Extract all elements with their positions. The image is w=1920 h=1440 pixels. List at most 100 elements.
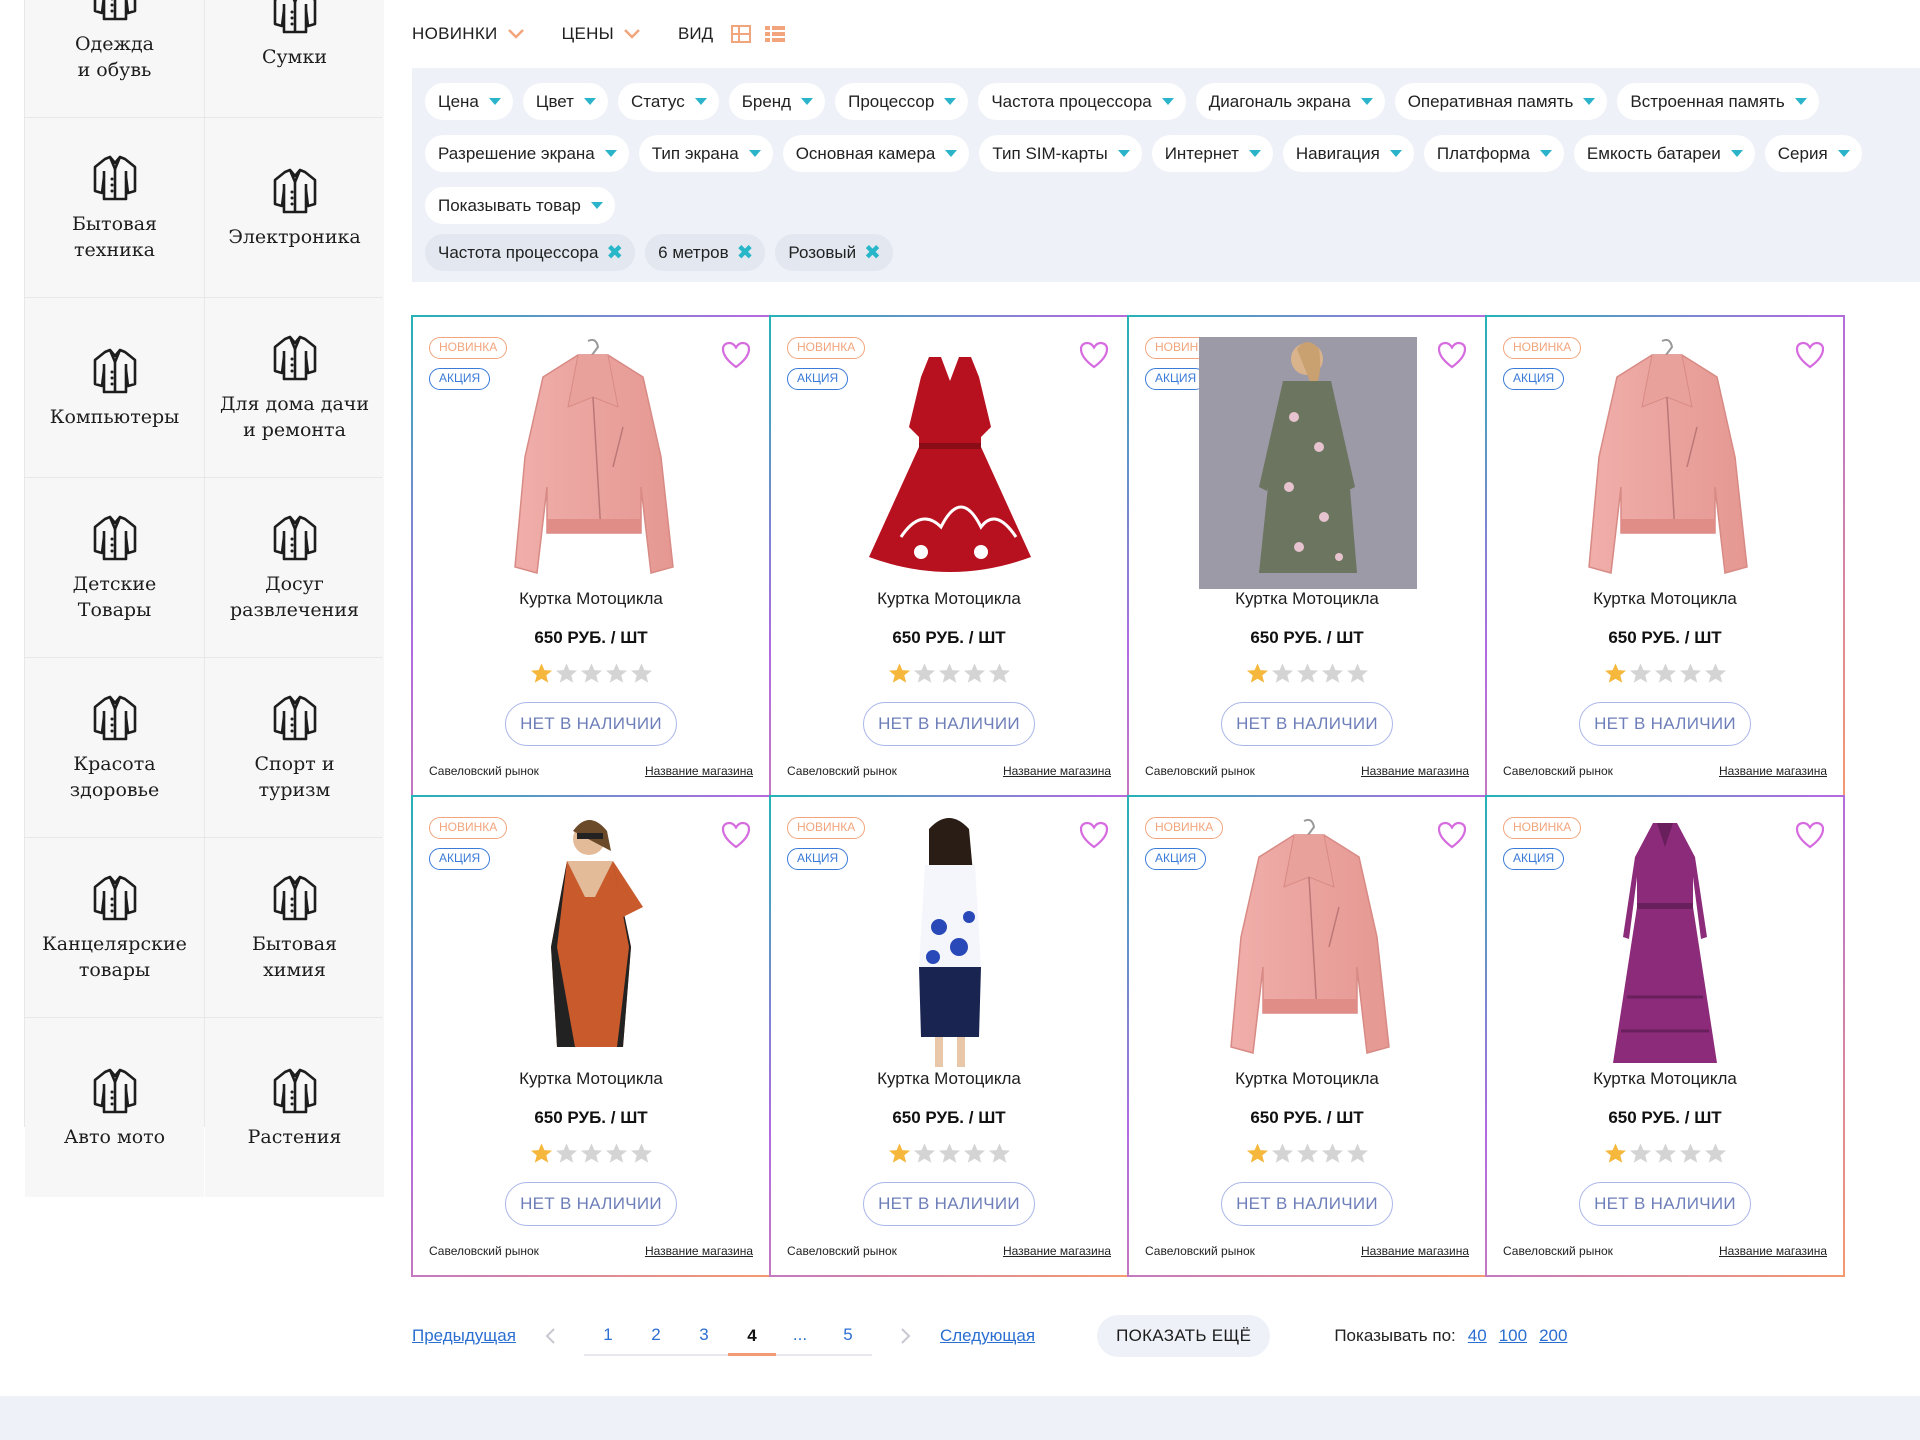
category-item[interactable]: Авто мото: [25, 1018, 204, 1197]
show-more-button[interactable]: ПОКАЗАТЬ ЕЩЁ: [1097, 1315, 1271, 1357]
shop-link[interactable]: Название магазина: [1361, 764, 1469, 778]
filter-dropdown[interactable]: Частота процессора: [978, 83, 1186, 120]
product-name[interactable]: Куртка Мотоцикла: [413, 589, 769, 609]
favorite-heart-icon[interactable]: [1079, 341, 1109, 369]
out-of-stock-button[interactable]: НЕТ В НАЛИЧИИ: [1579, 1182, 1751, 1226]
product-image[interactable]: [1557, 817, 1775, 1069]
product-card[interactable]: НОВИНКА АКЦИЯ Куртка Мотоцикла 650 РУБ. / Ш…: [411, 795, 771, 1277]
page-ellipsis[interactable]: ...: [776, 1315, 824, 1355]
chevron-right-icon[interactable]: [900, 1327, 912, 1345]
filter-dropdown[interactable]: Статус: [617, 83, 719, 120]
product-card[interactable]: НОВИНКА АКЦИЯ Куртка Мотоцикла 650 РУБ. / Ш…: [1485, 795, 1845, 1277]
category-item[interactable]: Бытовая химия: [205, 838, 384, 1017]
category-item[interactable]: Растения: [205, 1018, 384, 1197]
product-image[interactable]: [841, 337, 1059, 589]
filter-dropdown[interactable]: Встроенная память: [1617, 83, 1819, 120]
remove-filter-icon[interactable]: ✖: [606, 243, 623, 263]
grid-view-icon[interactable]: [731, 25, 752, 43]
prev-page-link[interactable]: Предыдущая: [412, 1326, 516, 1346]
shop-link[interactable]: Название магазина: [1361, 1244, 1469, 1258]
product-image[interactable]: [1557, 337, 1775, 589]
product-image[interactable]: [1199, 337, 1417, 589]
product-name[interactable]: Куртка Мотоцикла: [1129, 589, 1485, 609]
product-image[interactable]: [1199, 817, 1417, 1069]
shop-link[interactable]: Название магазина: [1719, 764, 1827, 778]
filter-dropdown[interactable]: Цена: [425, 83, 513, 120]
product-image[interactable]: [841, 817, 1059, 1069]
product-card[interactable]: НОВИНКА АКЦИЯ Куртка Мотоцикла 650 РУБ. / Ш…: [1485, 315, 1845, 797]
filter-dropdown[interactable]: Серия: [1764, 135, 1862, 172]
category-item[interactable]: Красота здоровье: [25, 658, 204, 837]
favorite-heart-icon[interactable]: [1437, 341, 1467, 369]
page-number[interactable]: 4: [727, 1316, 776, 1356]
filter-dropdown[interactable]: Основная камера: [782, 135, 970, 172]
category-item[interactable]: Одежда и обувь: [25, 0, 204, 117]
remove-filter-icon[interactable]: ✖: [864, 243, 881, 263]
favorite-heart-icon[interactable]: [1795, 821, 1825, 849]
page-number[interactable]: 2: [632, 1315, 680, 1355]
category-item[interactable]: Досуг развлечения: [205, 478, 384, 657]
favorite-heart-icon[interactable]: [1079, 821, 1109, 849]
filter-dropdown[interactable]: Тип экрана: [638, 135, 773, 172]
sort-price-button[interactable]: ЦЕНЫ: [562, 24, 640, 44]
favorite-heart-icon[interactable]: [721, 821, 751, 849]
category-item[interactable]: Сумки: [205, 0, 384, 117]
per-page-option-40[interactable]: 40: [1468, 1326, 1487, 1346]
filter-dropdown[interactable]: Цвет: [522, 83, 608, 120]
filter-dropdown[interactable]: Интернет: [1151, 135, 1273, 172]
filter-dropdown[interactable]: Емкость батареи: [1573, 135, 1755, 172]
filter-dropdown[interactable]: Тип SIM-карты: [979, 135, 1142, 172]
out-of-stock-button[interactable]: НЕТ В НАЛИЧИИ: [1221, 1182, 1393, 1226]
out-of-stock-button[interactable]: НЕТ В НАЛИЧИИ: [505, 702, 677, 746]
category-item[interactable]: Бытовая техника: [25, 118, 204, 297]
product-card[interactable]: НОВИНКА АКЦИЯ Куртка Мотоцикла 650 РУБ. / Ш…: [1127, 315, 1487, 797]
filter-dropdown[interactable]: Процессор: [835, 83, 969, 120]
product-card[interactable]: НОВИНКА АКЦИЯ Куртка Мотоцикла 650 РУБ. / Ш…: [769, 315, 1129, 797]
list-view-icon[interactable]: [765, 25, 786, 43]
product-name[interactable]: Куртка Мотоцикла: [1129, 1069, 1485, 1089]
category-item[interactable]: Электроника: [205, 118, 384, 297]
category-item[interactable]: Детские Товары: [25, 478, 204, 657]
out-of-stock-button[interactable]: НЕТ В НАЛИЧИИ: [505, 1182, 677, 1226]
next-page-link[interactable]: Следующая: [940, 1326, 1035, 1346]
out-of-stock-button[interactable]: НЕТ В НАЛИЧИИ: [863, 702, 1035, 746]
page-number[interactable]: 5: [824, 1315, 872, 1355]
filter-dropdown[interactable]: Разрешение экрана: [425, 135, 629, 172]
out-of-stock-button[interactable]: НЕТ В НАЛИЧИИ: [863, 1182, 1035, 1226]
category-item[interactable]: Компьютеры: [25, 298, 204, 477]
product-card[interactable]: НОВИНКА АКЦИЯ Куртка Мотоцикла 650 РУБ. / Ш…: [1127, 795, 1487, 1277]
chevron-left-icon[interactable]: [544, 1327, 556, 1345]
shop-link[interactable]: Название магазина: [1003, 1244, 1111, 1258]
shop-link[interactable]: Название магазина: [645, 764, 753, 778]
sort-new-button[interactable]: НОВИНКИ: [412, 24, 524, 44]
favorite-heart-icon[interactable]: [721, 341, 751, 369]
per-page-option-100[interactable]: 100: [1499, 1326, 1527, 1346]
category-item[interactable]: Спорт и туризм: [205, 658, 384, 837]
category-item[interactable]: Для дома дачи и ремонта: [205, 298, 384, 477]
filter-dropdown[interactable]: Оперативная память: [1394, 83, 1608, 120]
filter-dropdown[interactable]: Навигация: [1282, 135, 1414, 172]
out-of-stock-button[interactable]: НЕТ В НАЛИЧИИ: [1579, 702, 1751, 746]
product-name[interactable]: Куртка Мотоцикла: [1487, 1069, 1843, 1089]
product-card[interactable]: НОВИНКА АКЦИЯ Куртка Мотоцикла 650 РУБ. / Ш…: [769, 795, 1129, 1277]
filter-dropdown[interactable]: Диагональ экрана: [1195, 83, 1385, 120]
product-name[interactable]: Куртка Мотоцикла: [771, 589, 1127, 609]
category-item[interactable]: Канцелярские товары: [25, 838, 204, 1017]
shop-link[interactable]: Название магазина: [645, 1244, 753, 1258]
favorite-heart-icon[interactable]: [1795, 341, 1825, 369]
product-image[interactable]: [483, 817, 701, 1069]
page-number[interactable]: 1: [584, 1315, 632, 1355]
filter-dropdown[interactable]: Показывать товар: [425, 187, 615, 224]
out-of-stock-button[interactable]: НЕТ В НАЛИЧИИ: [1221, 702, 1393, 746]
filter-dropdown[interactable]: Платформа: [1423, 135, 1564, 172]
remove-filter-icon[interactable]: ✖: [737, 243, 754, 263]
product-name[interactable]: Куртка Мотоцикла: [413, 1069, 769, 1089]
shop-link[interactable]: Название магазина: [1719, 1244, 1827, 1258]
product-card[interactable]: НОВИНКА АКЦИЯ Куртка Мотоцикла 650 РУБ. / Ш…: [411, 315, 771, 797]
per-page-option-200[interactable]: 200: [1539, 1326, 1567, 1346]
shop-link[interactable]: Название магазина: [1003, 764, 1111, 778]
page-number[interactable]: 3: [680, 1315, 728, 1355]
product-image[interactable]: [483, 337, 701, 589]
product-name[interactable]: Куртка Мотоцикла: [771, 1069, 1127, 1089]
favorite-heart-icon[interactable]: [1437, 821, 1467, 849]
